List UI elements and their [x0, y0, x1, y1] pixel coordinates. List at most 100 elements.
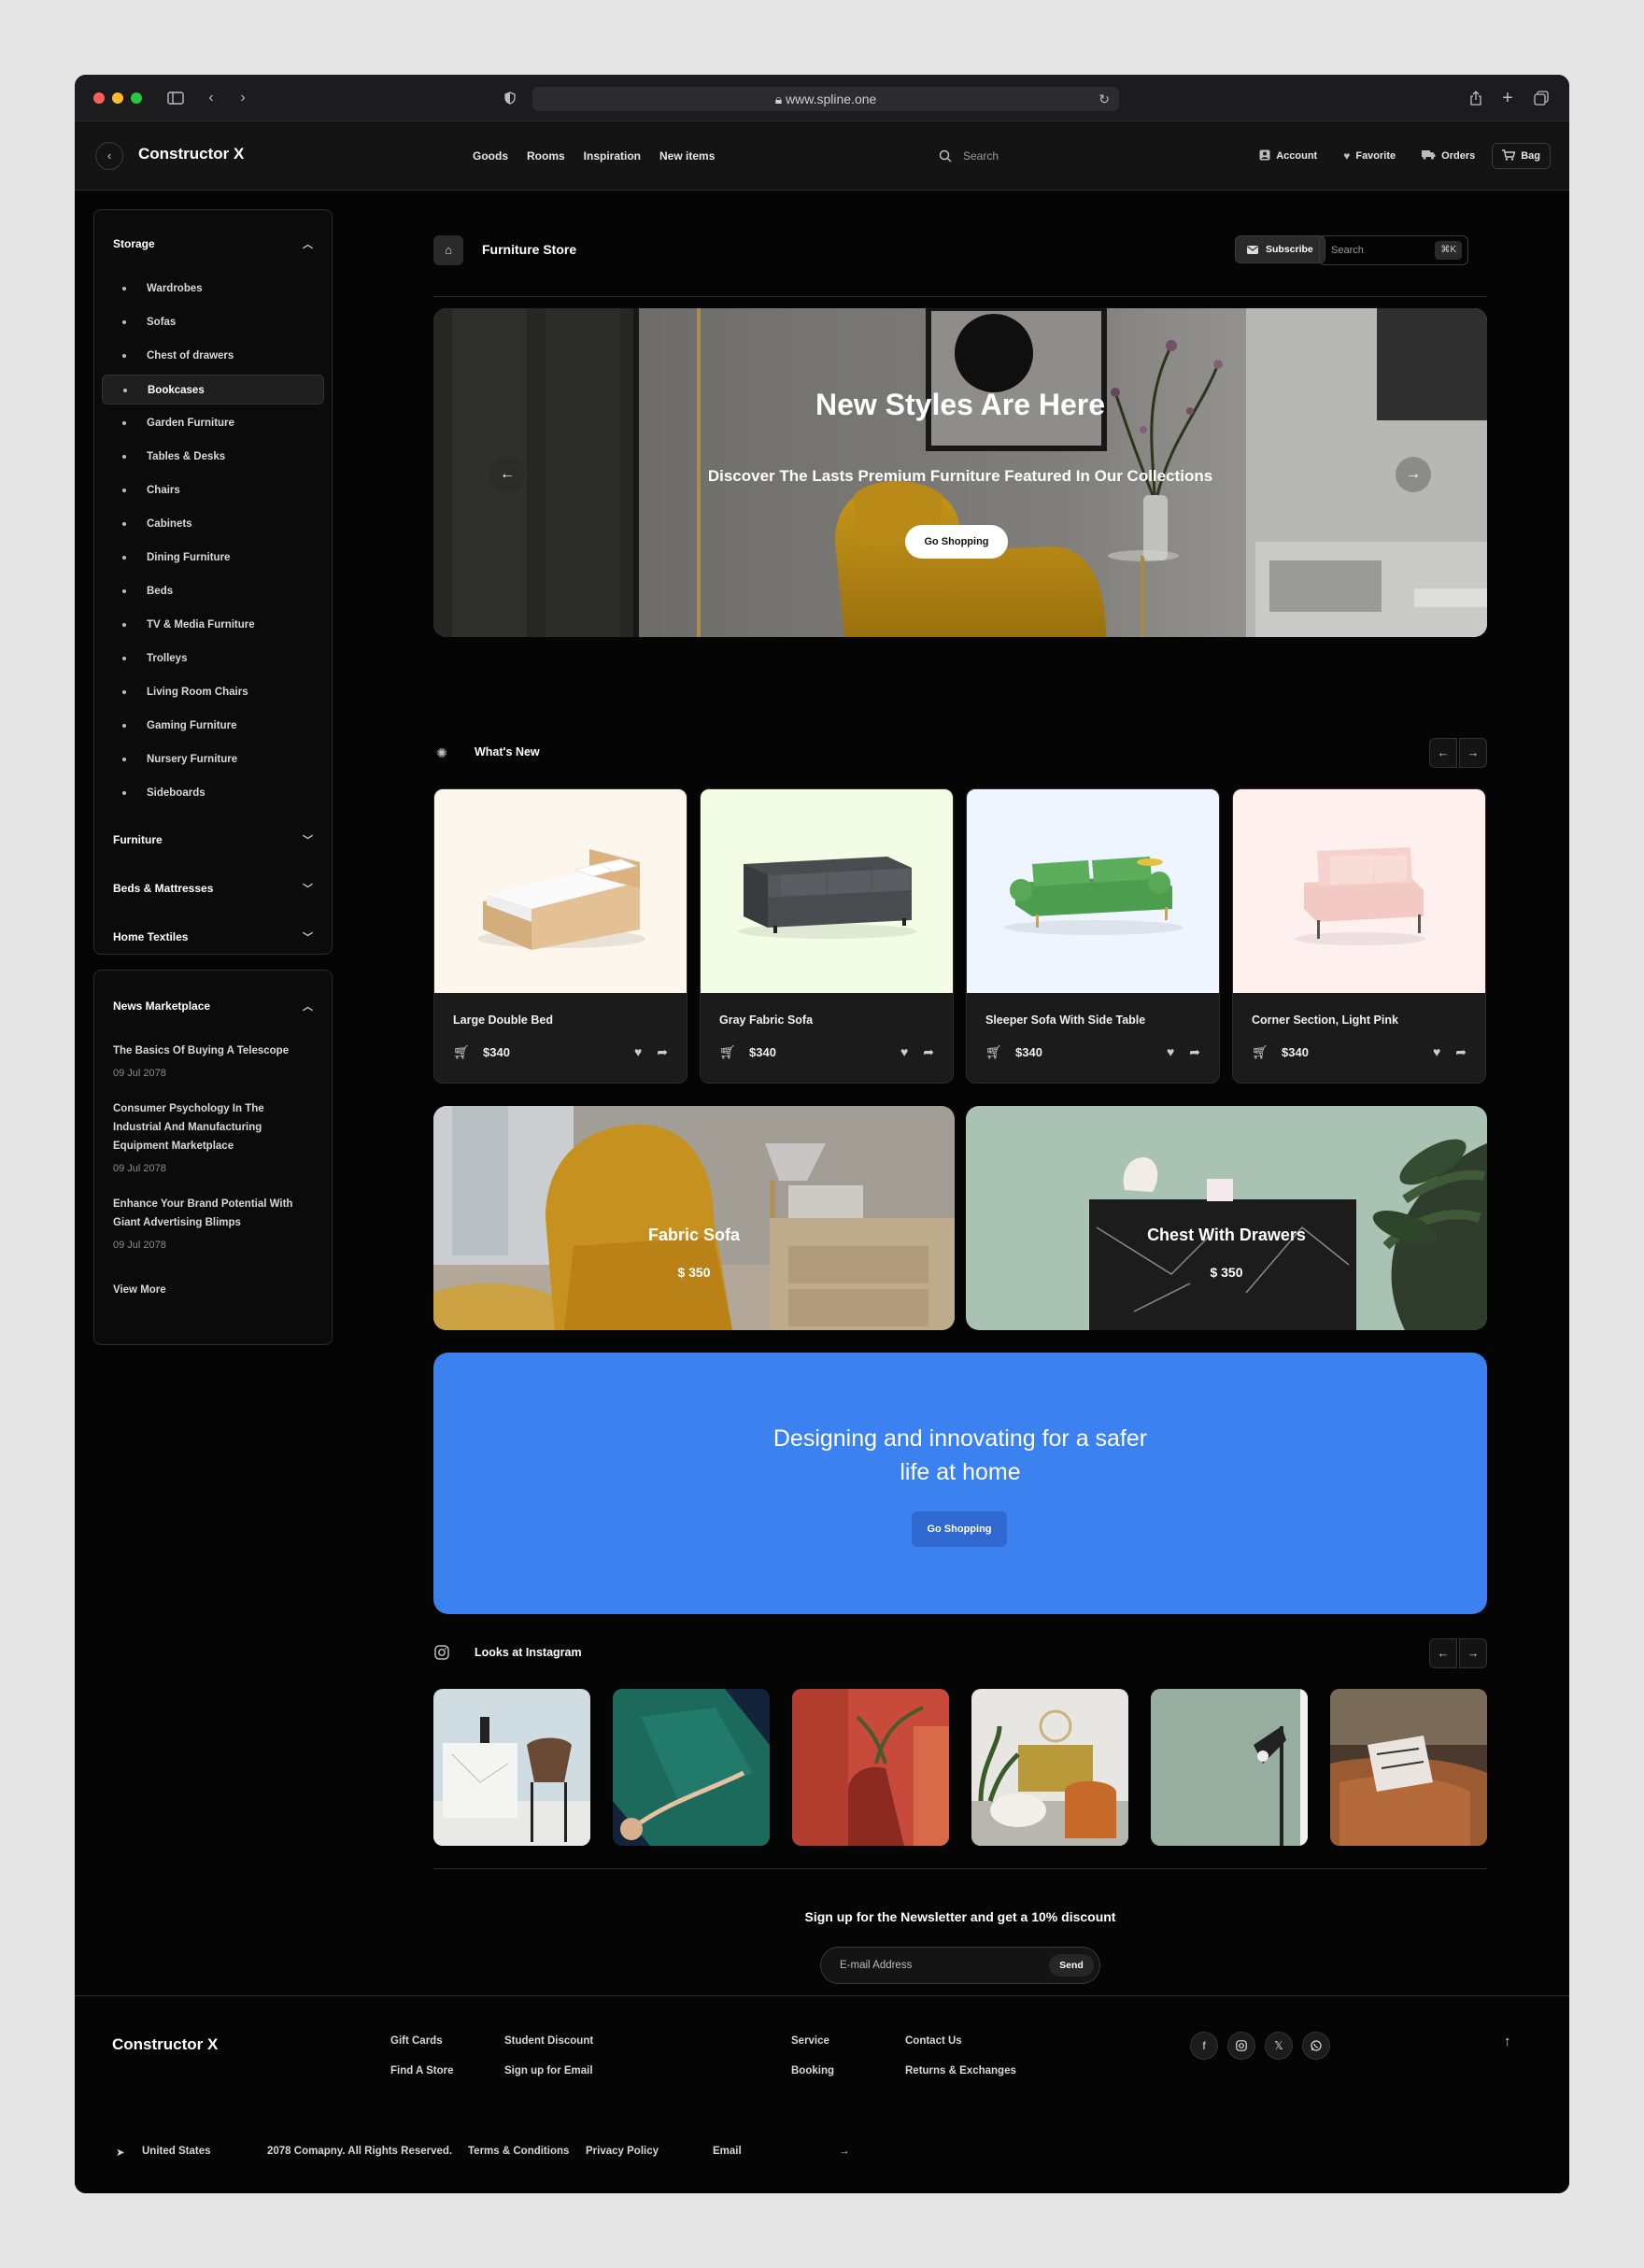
sidebar-item-chest-of-drawers[interactable]: Chest of drawers: [102, 341, 324, 371]
footer-email-submit-icon[interactable]: →: [839, 2146, 850, 2157]
news-item[interactable]: Consumer Psychology In The Industrial An…: [94, 1099, 332, 1174]
footer-brand[interactable]: Constructor X: [112, 2035, 218, 2054]
footer-terms-link[interactable]: Terms & Conditions: [468, 2146, 569, 2157]
nav-goods[interactable]: Goods: [473, 149, 508, 163]
cart-icon[interactable]: 🛒︎: [453, 1044, 472, 1060]
footer-link-service[interactable]: Service: [791, 2035, 829, 2047]
hero-go-shopping-button[interactable]: Go Shopping: [905, 525, 1008, 559]
sidebar-item-bookcases[interactable]: Bookcases: [102, 375, 324, 404]
news-header[interactable]: News Marketplace ︿: [94, 971, 332, 1015]
instagram-photo[interactable]: [1151, 1689, 1308, 1846]
sidebar-item-trolleys[interactable]: Trolleys: [102, 644, 324, 673]
heart-icon[interactable]: ♥: [634, 1044, 642, 1059]
sidebar-item-tables-desks[interactable]: Tables & Desks: [102, 442, 324, 472]
cart-icon[interactable]: 🛒︎: [985, 1044, 1004, 1060]
instagram-icon[interactable]: [1227, 2032, 1255, 2060]
hero-prev-arrow-icon[interactable]: ←: [489, 457, 525, 492]
close-window-button[interactable]: [93, 92, 105, 104]
orders-button[interactable]: Orders: [1412, 143, 1484, 169]
tabs-overview-icon[interactable]: [1530, 87, 1552, 109]
whatsapp-icon[interactable]: [1302, 2032, 1330, 2060]
share-arrow-icon[interactable]: ➦: [657, 1044, 668, 1060]
view-more-link[interactable]: View More: [94, 1281, 332, 1299]
instagram-photo[interactable]: [613, 1689, 770, 1846]
nav-new-items[interactable]: New items: [659, 149, 715, 163]
scroll-to-top-icon[interactable]: ↑: [1504, 2034, 1511, 2049]
product-card[interactable]: Sleeper Sofa With Side Table 🛒︎ $340 ♥ ➦: [966, 788, 1220, 1084]
favorite-button[interactable]: ♥ Favorite: [1334, 143, 1405, 169]
sidebar-toggle-icon[interactable]: [164, 87, 187, 109]
share-arrow-icon[interactable]: ➦: [1455, 1044, 1467, 1060]
sidebar-item-sideboards[interactable]: Sideboards: [102, 778, 324, 808]
facebook-icon[interactable]: f: [1190, 2032, 1218, 2060]
sidebar-item-living-room-chairs[interactable]: Living Room Chairs: [102, 677, 324, 707]
news-item[interactable]: The Basics Of Buying A Telescope 09 Jul …: [94, 1042, 332, 1079]
sidebar-item-nursery-furniture[interactable]: Nursery Furniture: [102, 744, 324, 774]
category-furniture[interactable]: Furniture ﹀: [94, 815, 332, 864]
promo-go-shopping-button[interactable]: Go Shopping: [912, 1511, 1007, 1547]
share-arrow-icon[interactable]: ➦: [1189, 1044, 1200, 1060]
sidebar-item-garden-furniture[interactable]: Garden Furniture: [102, 408, 324, 438]
shield-icon[interactable]: [499, 87, 521, 109]
sidebar-item-cabinets[interactable]: Cabinets: [102, 509, 324, 539]
heart-icon[interactable]: ♥: [1433, 1044, 1440, 1059]
hero-next-arrow-icon[interactable]: →: [1396, 457, 1431, 492]
footer-link-booking[interactable]: Booking: [791, 2065, 834, 2077]
storage-header[interactable]: Storage ︿: [94, 210, 332, 255]
instagram-photo[interactable]: [971, 1689, 1128, 1846]
footer-privacy-link[interactable]: Privacy Policy: [586, 2146, 659, 2157]
footer-link-student-discount[interactable]: Student Discount: [504, 2035, 593, 2047]
news-item[interactable]: Enhance Your Brand Potential With Giant …: [94, 1195, 332, 1251]
new-tab-icon[interactable]: +: [1496, 87, 1519, 109]
cart-icon[interactable]: 🛒︎: [719, 1044, 738, 1060]
nav-inspiration[interactable]: Inspiration: [584, 149, 641, 163]
brand-logo[interactable]: Constructor X: [138, 145, 244, 163]
sidebar-item-sofas[interactable]: Sofas: [102, 307, 324, 337]
header-search[interactable]: Search: [939, 146, 999, 166]
x-icon[interactable]: 𝕏: [1265, 2032, 1293, 2060]
sidebar-item-beds[interactable]: Beds: [102, 576, 324, 606]
category-home-textiles[interactable]: Home Textiles ﹀: [94, 913, 332, 961]
maximize-window-button[interactable]: [131, 92, 142, 104]
account-button[interactable]: Account: [1250, 143, 1326, 169]
store-search-input[interactable]: Search ⌘K: [1319, 235, 1468, 265]
footer-email-input[interactable]: Email: [713, 2146, 742, 2157]
arrow-left-icon[interactable]: ←: [1429, 1638, 1457, 1668]
nav-rooms[interactable]: Rooms: [527, 149, 565, 163]
newsletter-email-input[interactable]: E-mail Address: [840, 1948, 912, 1983]
footer-link-sign-up-email[interactable]: Sign up for Email: [504, 2065, 593, 2077]
product-card[interactable]: Large Double Bed 🛒︎ $340 ♥ ➦: [433, 788, 687, 1084]
footer-link-find-a-store[interactable]: Find A Store: [390, 2065, 454, 2077]
footer-link-contact-us[interactable]: Contact Us: [905, 2035, 962, 2047]
back-button[interactable]: ‹: [95, 142, 123, 170]
home-icon[interactable]: ⌂: [433, 235, 463, 265]
arrow-right-icon[interactable]: →: [1459, 738, 1487, 768]
footer-link-returns[interactable]: Returns & Exchanges: [905, 2065, 1016, 2077]
instagram-photo[interactable]: [433, 1689, 590, 1846]
subscribe-button[interactable]: Subscribe: [1235, 235, 1325, 263]
product-card[interactable]: Corner Section, Light Pink 🛒︎ $340 ♥ ➦: [1232, 788, 1486, 1084]
featured-tile-fabric-sofa[interactable]: Fabric Sofa $ 350: [433, 1106, 955, 1330]
cart-icon[interactable]: 🛒︎: [1252, 1044, 1270, 1060]
browser-back-icon[interactable]: ‹: [200, 87, 222, 109]
browser-forward-icon[interactable]: ›: [232, 87, 254, 109]
heart-icon[interactable]: ♥: [900, 1044, 908, 1059]
product-card[interactable]: Gray Fabric Sofa 🛒︎ $340 ♥ ➦: [700, 788, 954, 1084]
newsletter-send-button[interactable]: Send: [1049, 1954, 1094, 1977]
arrow-right-icon[interactable]: →: [1459, 1638, 1487, 1668]
share-icon[interactable]: [1465, 87, 1487, 109]
featured-tile-chest-with-drawers[interactable]: Chest With Drawers $ 350: [966, 1106, 1487, 1330]
reload-icon[interactable]: ↻: [1098, 87, 1110, 111]
sidebar-item-wardrobes[interactable]: Wardrobes: [102, 274, 324, 304]
instagram-photo[interactable]: [1330, 1689, 1487, 1846]
minimize-window-button[interactable]: [112, 92, 123, 104]
category-beds-mattresses[interactable]: Beds & Mattresses ﹀: [94, 864, 332, 913]
heart-icon[interactable]: ♥: [1167, 1044, 1174, 1059]
sidebar-item-gaming-furniture[interactable]: Gaming Furniture: [102, 711, 324, 741]
sidebar-item-tv-media-furniture[interactable]: TV & Media Furniture: [102, 610, 324, 640]
bag-button[interactable]: Bag: [1492, 143, 1551, 169]
instagram-photo[interactable]: [792, 1689, 949, 1846]
sidebar-item-dining-furniture[interactable]: Dining Furniture: [102, 543, 324, 573]
footer-link-gift-cards[interactable]: Gift Cards: [390, 2035, 443, 2047]
sidebar-item-chairs[interactable]: Chairs: [102, 475, 324, 505]
